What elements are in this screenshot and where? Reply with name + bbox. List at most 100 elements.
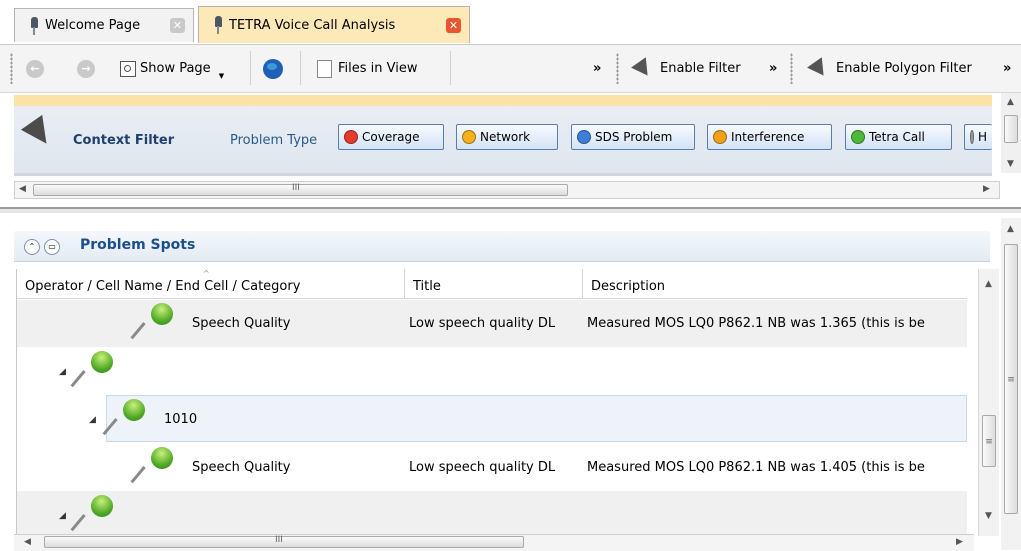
overflow-chevron-icon: » [769, 61, 778, 76]
table-row[interactable]: ◢ [17, 490, 967, 536]
scroll-up-arrow-icon[interactable]: ▲ [1007, 97, 1014, 107]
chip-truncated[interactable]: H [964, 124, 992, 150]
yellow-pin-icon [462, 130, 476, 144]
forward-button[interactable]: → [77, 45, 95, 92]
context-filter-title: Context Filter [73, 133, 175, 148]
toolbar-grip[interactable] [616, 53, 619, 84]
selected-row-highlight [106, 395, 967, 442]
globe-icon [263, 58, 283, 79]
toolbar-overflow-button[interactable]: » [1003, 45, 1011, 92]
toolbar-separator [300, 51, 301, 85]
context-filter-panel: Context Filter Problem Type Coverage Net… [0, 93, 1021, 205]
files-in-view-button[interactable]: Files in View [317, 45, 418, 92]
chip-coverage[interactable]: Coverage [338, 124, 444, 150]
problem-spots-grid: Operator / Cell Name / End Cell / Catego… [16, 269, 967, 536]
column-header-cell-name[interactable]: Operator / Cell Name / End Cell / Catego… [17, 269, 405, 299]
row-description: Measured MOS LQ0 P862.1 NB was 1.365 (th… [587, 316, 925, 331]
problem-spots-header: ⌃ ▭ Problem Spots [14, 231, 990, 262]
table-row[interactable]: ◢ [17, 346, 967, 395]
panel-vertical-scrollbar[interactable]: ▲ ≡ [1001, 218, 1021, 550]
enable-filter-label: Enable Filter [660, 61, 741, 76]
scroll-thumb[interactable]: III [44, 535, 524, 548]
column-header-title[interactable]: Title [405, 269, 583, 299]
context-filter-bar: Context Filter Problem Type Coverage Net… [14, 95, 992, 176]
pushpin-icon [29, 16, 39, 35]
row-title: Low speech quality DL [409, 460, 556, 475]
toolbar-separator [250, 51, 251, 85]
scroll-thumb[interactable]: ≡ [1004, 244, 1018, 514]
scroll-down-arrow-icon[interactable]: ▼ [1007, 159, 1014, 169]
tab-label: TETRA Voice Call Analysis [229, 17, 396, 33]
tab-tetra-voice-call-analysis[interactable]: TETRA Voice Call Analysis ✕ [198, 6, 470, 43]
sort-ascending-icon: ^ [203, 269, 210, 278]
scroll-down-arrow-icon[interactable]: ▼ [985, 511, 992, 521]
close-icon[interactable]: ✕ [446, 17, 461, 33]
column-header-label: Title [413, 279, 441, 294]
scroll-left-arrow-icon[interactable]: ◀ [24, 537, 31, 547]
enable-filter-button[interactable]: Enable Filter [631, 45, 741, 92]
chip-interference[interactable]: Interference [707, 124, 832, 150]
collapse-icon[interactable]: ⌃ [24, 239, 40, 255]
enable-polygon-filter-label: Enable Polygon Filter [836, 61, 972, 76]
back-button[interactable]: ← [26, 45, 44, 92]
show-page-button[interactable]: Show Page ▼ [120, 45, 224, 92]
context-filter-vertical-scrollbar[interactable]: ▲ ▼ [1001, 93, 1021, 173]
green-pushpin-icon [70, 346, 121, 393]
scroll-thumb[interactable]: III [33, 183, 568, 196]
close-icon[interactable]: ✕ [170, 18, 185, 33]
tab-welcome-page[interactable]: Welcome Page ✕ [14, 8, 194, 42]
show-page-icon [120, 60, 136, 77]
show-page-label: Show Page [140, 61, 211, 76]
dropdown-arrow-icon[interactable]: ▼ [219, 72, 224, 80]
grey-pin-icon [970, 130, 974, 144]
grid-vertical-scrollbar[interactable]: ▲ ≡ ▼ [978, 269, 999, 536]
filter-icon [631, 56, 655, 81]
scroll-up-arrow-icon[interactable]: ▲ [1007, 224, 1014, 234]
toolbar-overflow-button[interactable]: » [593, 45, 601, 92]
table-row[interactable]: ◢ 1010 [17, 394, 967, 443]
globe-button[interactable] [263, 45, 283, 92]
chip-tetra-call[interactable]: Tetra Call [845, 124, 952, 150]
context-filter-horizontal-scrollbar[interactable]: ◀ III ▶ [14, 181, 1000, 199]
expand-arrow-icon[interactable]: ◢ [89, 415, 96, 425]
toolbar-grip[interactable] [790, 53, 793, 84]
column-header-label: Operator / Cell Name / End Cell / Catego… [25, 279, 301, 294]
grid-horizontal-scrollbar[interactable]: ◀ III ▶ [14, 534, 974, 551]
row-name: Speech Quality [192, 460, 291, 475]
tab-label: Welcome Page [45, 18, 141, 33]
scroll-thumb[interactable] [1004, 115, 1018, 143]
expand-arrow-icon[interactable]: ◢ [59, 367, 66, 377]
toolbar: ← → Show Page ▼ Files in View » Enable F… [0, 45, 1021, 93]
overflow-chevron-icon: » [1003, 61, 1012, 76]
red-pin-icon [344, 130, 358, 144]
scroll-up-arrow-icon[interactable]: ▲ [985, 279, 992, 289]
column-header-description[interactable]: Description [583, 269, 967, 299]
files-in-view-label: Files in View [338, 61, 418, 76]
toolbar-overflow-button[interactable]: » [769, 45, 777, 92]
green-pin-icon [851, 130, 865, 144]
column-header-label: Description [591, 279, 666, 294]
scroll-right-arrow-icon[interactable]: ▶ [983, 184, 990, 194]
scroll-thumb[interactable]: ≡ [982, 415, 996, 467]
toolbar-grip[interactable] [10, 53, 13, 84]
scroll-left-arrow-icon[interactable]: ◀ [19, 184, 26, 194]
expand-arrow-icon[interactable]: ◢ [59, 511, 66, 521]
document-icon [317, 59, 332, 78]
scroll-grip: III [275, 535, 283, 545]
problem-spots-title: Problem Spots [80, 237, 196, 253]
polygon-filter-icon [807, 56, 831, 81]
scroll-right-arrow-icon[interactable]: ▶ [956, 537, 963, 547]
chip-label: SDS Problem [595, 130, 673, 144]
enable-polygon-filter-button[interactable]: Enable Polygon Filter [807, 45, 972, 92]
tab-bar: Welcome Page ✕ TETRA Voice Call Analysis… [0, 0, 1021, 45]
chip-label: H [977, 130, 987, 144]
chip-network[interactable]: Network [456, 124, 558, 150]
chip-label: Tetra Call [869, 130, 925, 144]
green-pushpin-icon [130, 298, 181, 345]
restore-window-icon[interactable]: ▭ [44, 239, 60, 255]
table-row[interactable]: Speech Quality Low speech quality DL Mea… [17, 298, 967, 347]
problem-spots-panel: ⌃ ▭ Problem Spots Operator / Cell Name /… [0, 213, 1021, 551]
table-row[interactable]: Speech Quality Low speech quality DL Mea… [17, 442, 967, 491]
scroll-grip: III [292, 183, 300, 193]
chip-sds-problem[interactable]: SDS Problem [571, 124, 695, 150]
